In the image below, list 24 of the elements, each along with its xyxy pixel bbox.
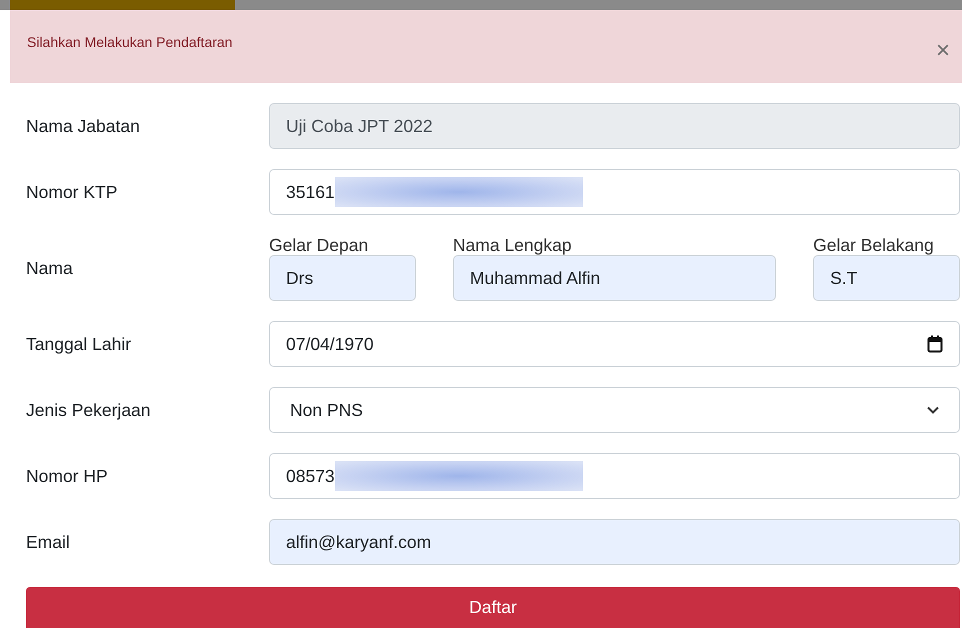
field-label: Nomor HP — [26, 464, 109, 488]
submit-button[interactable]: Daftar — [26, 587, 960, 628]
field-caption: Nama Lengkap — [452, 235, 573, 256]
close-button[interactable]: × — [924, 36, 962, 65]
chevron-down-icon — [927, 406, 939, 414]
input-field[interactable]: 08573 — [269, 453, 960, 500]
select-field[interactable]: Non PNS — [269, 387, 960, 434]
field-label: Nama — [26, 258, 74, 279]
field-label: Email — [26, 530, 71, 554]
input-field[interactable]: alfin@karyanf.com — [269, 519, 960, 566]
field-label: Nama Jabatan — [26, 114, 141, 138]
field-label: Nomor KTP — [26, 180, 118, 204]
input-field[interactable]: Uji Coba JPT 2022 — [269, 103, 960, 150]
field-label: Jenis Pekerjaan — [26, 398, 152, 422]
input-field[interactable]: Muhammad Alfin — [452, 255, 776, 302]
input-field[interactable]: Drs — [269, 255, 416, 302]
input-field[interactable]: 35161 — [269, 169, 960, 216]
field-caption: Gelar Belakang — [813, 235, 935, 256]
date-field[interactable]: 07/04/1970 — [269, 321, 960, 368]
alert-message: Silahkan Melakukan Pendaftaran — [27, 34, 232, 50]
field-caption: Gelar Depan — [269, 235, 370, 256]
input-field[interactable]: S.T — [813, 255, 960, 302]
calendar-icon — [927, 335, 943, 354]
field-label: Tanggal Lahir — [26, 332, 132, 356]
